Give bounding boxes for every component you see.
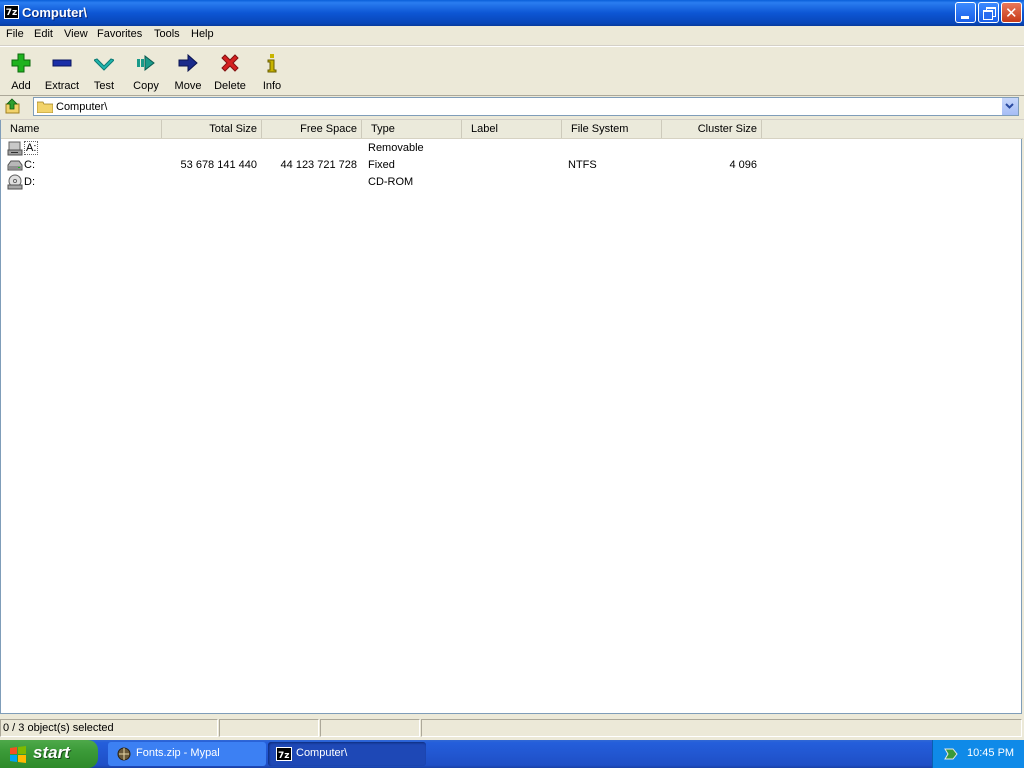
status-pane-selection: 0 / 3 object(s) selected [0,719,218,737]
svg-text:7z: 7z [278,751,290,761]
column-type[interactable]: Type [362,120,462,138]
test-label: Test [93,80,115,92]
close-icon: ✕ [1005,4,1018,22]
taskbar-item-label: Fonts.zip - Mypal [136,747,220,759]
drive-file-system: NTFS [568,159,597,171]
taskbar-item-mypal[interactable]: Fonts.zip - Mypal [108,742,266,766]
plus-icon [11,53,31,73]
drive-cluster-size: 4 096 [729,159,757,171]
info-icon [267,54,277,73]
clock[interactable]: 10:45 PM [967,747,1014,759]
start-button[interactable]: start [0,740,98,768]
menu-view[interactable]: View [64,28,88,40]
table-row[interactable]: D: CD-ROM [1,174,1021,191]
copy-label: Copy [133,80,159,92]
menu-help[interactable]: Help [191,28,214,40]
taskbar: start Fonts.zip - Mypal 7z Computer\ 10:… [0,740,1024,768]
drive-name: D: [24,176,35,188]
add-label: Add [11,80,31,92]
extract-label: Extract [44,80,80,92]
restore-icon-front [983,10,993,20]
minus-icon [52,59,72,67]
minimize-icon [961,16,969,19]
selection-status: 0 / 3 object(s) selected [3,722,114,734]
column-cluster-size[interactable]: Cluster Size [662,120,762,138]
chevron-down-icon [1005,103,1014,109]
address-bar: Computer\ [0,95,1024,120]
start-label: start [33,743,70,762]
delete-label: Delete [214,80,246,92]
restore-button[interactable] [978,2,999,23]
window-title: Computer\ [22,5,87,20]
move-label: Move [174,80,202,92]
copy-arrow-icon [137,54,155,72]
7zip-app-icon: 7z [276,747,292,761]
menu-bar: File Edit View Favorites Tools Help [0,26,1024,46]
system-tray: 10:45 PM [932,740,1024,768]
table-row[interactable]: A: Removable [1,140,1021,157]
check-icon [94,58,114,71]
drive-type: Removable [368,142,424,154]
status-pane-3 [320,719,420,737]
folder-up-icon[interactable] [5,98,21,114]
windows-logo-icon [10,746,26,763]
menu-favorites[interactable]: Favorites [97,28,142,40]
table-row[interactable]: C: 53 678 141 440 44 123 721 728 Fixed N… [1,157,1021,174]
network-tray-icon[interactable] [943,746,959,762]
status-pane-4 [421,719,1022,737]
taskbar-item-label: Computer\ [296,747,348,759]
minimize-button[interactable] [955,2,976,23]
7zip-app-icon[interactable]: 7z [4,5,19,19]
taskbar-item-computer[interactable]: 7z Computer\ [268,742,426,766]
drive-total-size: 53 678 141 440 [180,159,257,171]
menu-tools[interactable]: Tools [154,28,180,40]
file-list[interactable]: Name Total Size Free Space Type Label Fi… [0,120,1023,714]
column-name[interactable]: Name [1,120,162,138]
address-input[interactable]: Computer\ [33,97,1019,116]
title-bar[interactable]: 7z Computer\ ✕ [0,0,1024,26]
drive-name: C: [24,159,35,171]
menu-edit[interactable]: Edit [34,28,53,40]
column-label[interactable]: Label [462,120,562,138]
copy-button[interactable]: Copy [125,51,167,95]
column-file-system[interactable]: File System [562,120,662,138]
drive-type: CD-ROM [368,176,414,188]
folder-icon [37,101,53,113]
column-total-size[interactable]: Total Size [162,120,262,138]
status-pane-2 [219,719,319,737]
info-button[interactable]: Info [251,51,293,95]
close-button[interactable]: ✕ [1001,2,1022,23]
floppy-drive-icon [7,141,23,156]
drive-type: Fixed [368,159,395,171]
extract-button[interactable]: Extract [41,51,83,95]
move-button[interactable]: Move [167,51,209,95]
status-bar: 0 / 3 object(s) selected [0,716,1024,740]
add-button[interactable]: Add [0,51,42,95]
test-button[interactable]: Test [83,51,125,95]
toolbar: Add Extract Test Copy Move Delete Info [0,46,1024,96]
hard-drive-icon [7,160,23,171]
drive-free-space: 44 123 721 728 [280,159,357,171]
info-label: Info [262,80,282,92]
column-header-row: Name Total Size Free Space Type Label Fi… [1,120,1023,139]
delete-button[interactable]: Delete [209,51,251,95]
column-free-space[interactable]: Free Space [262,120,362,138]
drive-name: A: [24,141,39,155]
address-value: Computer\ [56,101,108,113]
mypal-browser-icon [117,747,131,761]
address-dropdown-button[interactable] [1001,98,1018,115]
move-arrow-icon [178,53,198,73]
cdrom-drive-icon [7,174,23,190]
menu-file[interactable]: File [6,28,24,40]
delete-x-icon [221,54,239,72]
